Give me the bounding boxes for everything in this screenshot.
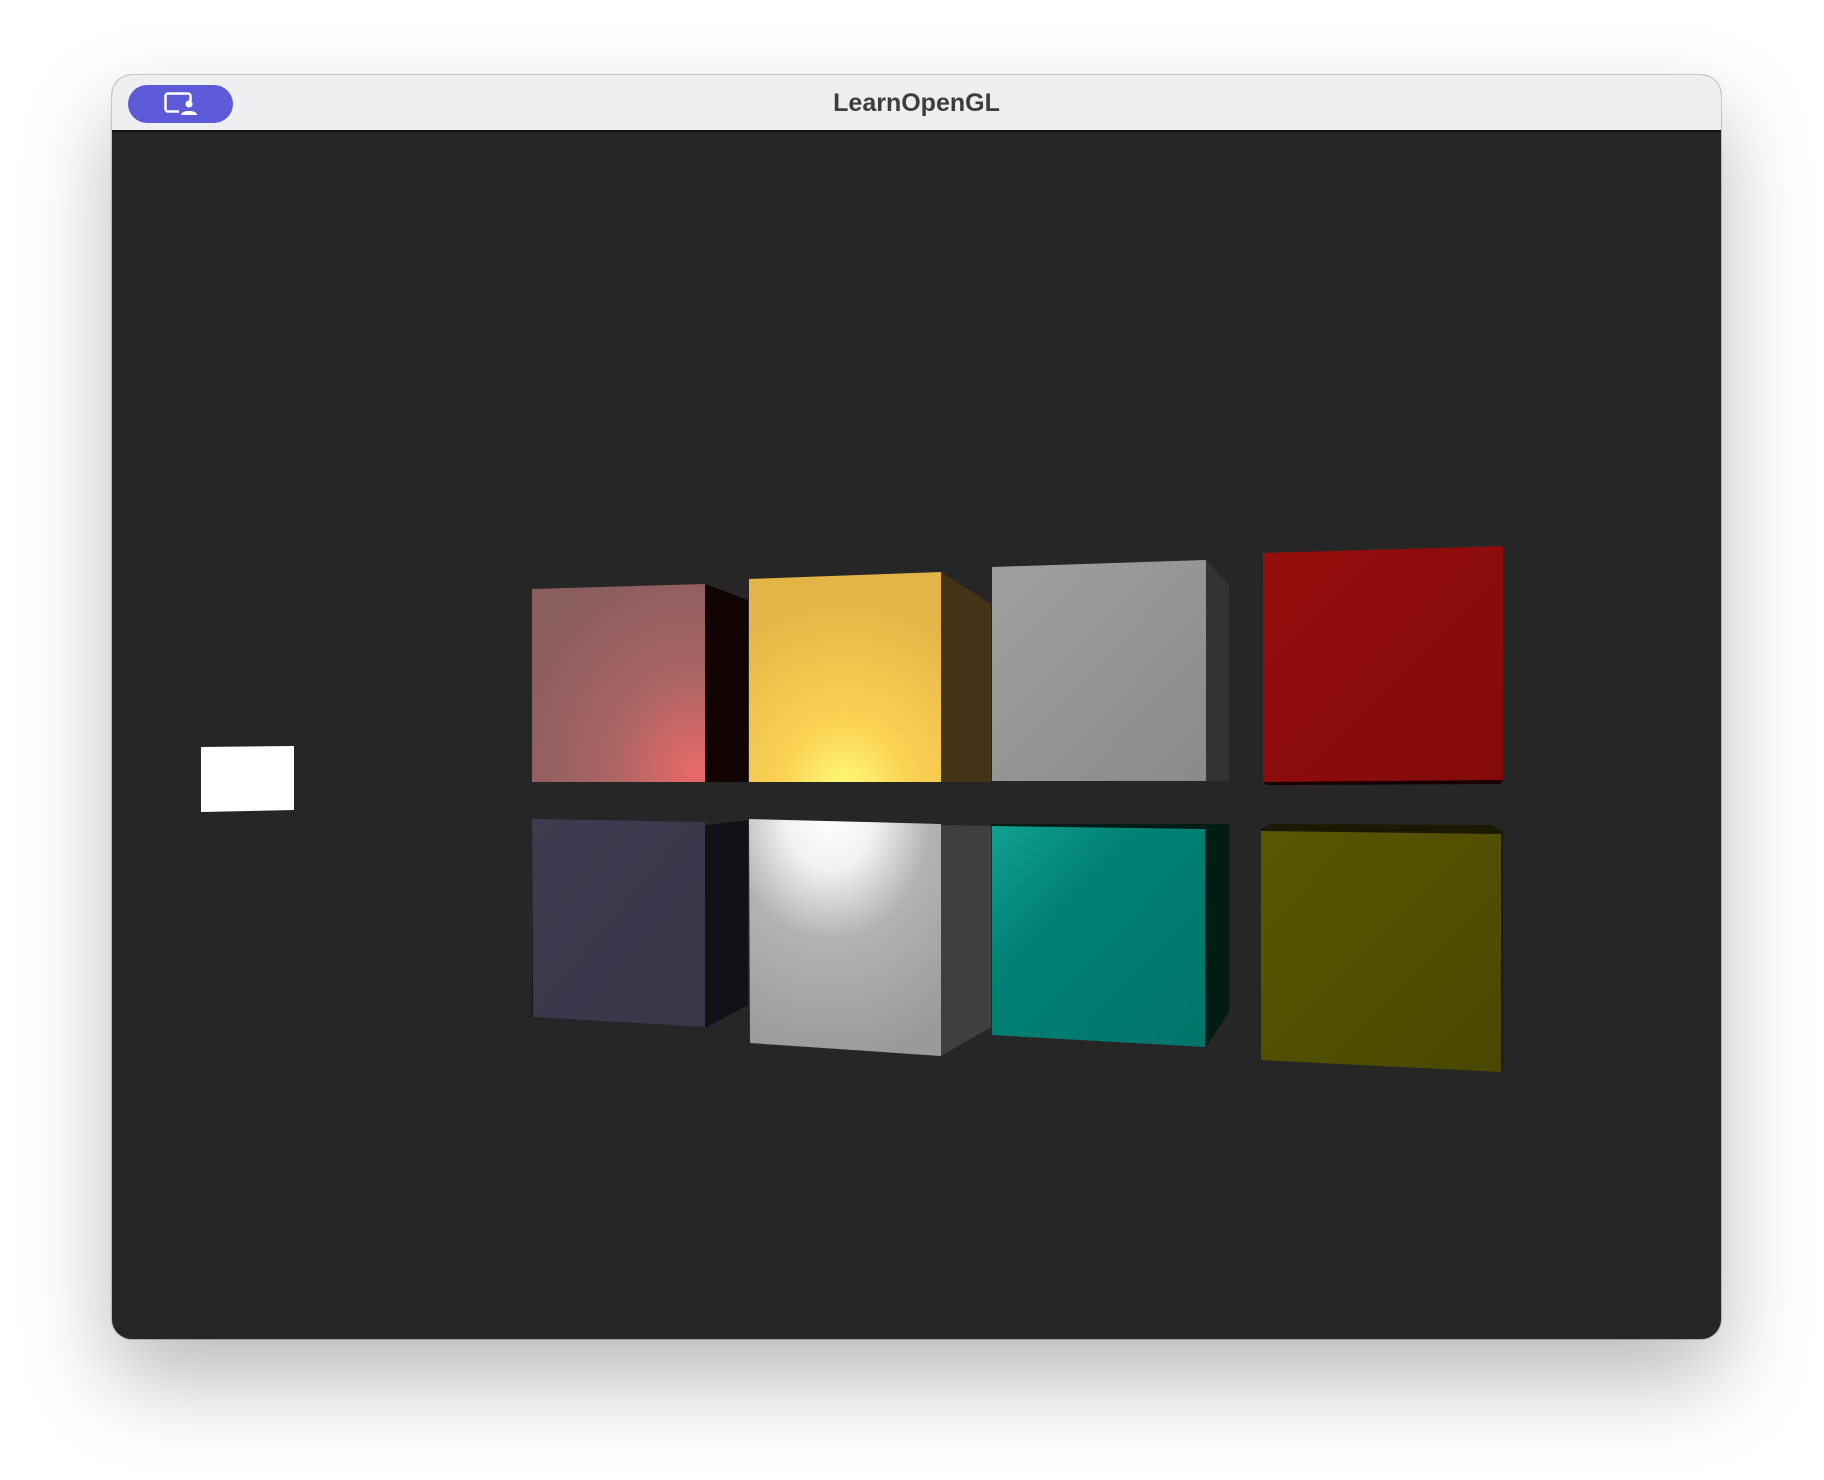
cube-rose	[532, 584, 748, 782]
cube-silver	[992, 560, 1229, 781]
opengl-viewport[interactable]	[112, 132, 1721, 1339]
app-window: LearnOpenGL	[112, 75, 1721, 1339]
light-source-cube	[201, 746, 294, 812]
cube-gold	[749, 572, 991, 782]
cube-teal	[992, 824, 1229, 1047]
cube-olive	[1261, 824, 1503, 1072]
cube-indigo	[532, 819, 748, 1027]
scene-canvas	[201, 546, 1503, 1072]
cube-red	[1263, 546, 1503, 785]
title-bar[interactable]: LearnOpenGL	[112, 75, 1721, 132]
cube-white	[749, 819, 991, 1056]
window-title: LearnOpenGL	[833, 89, 1000, 117]
